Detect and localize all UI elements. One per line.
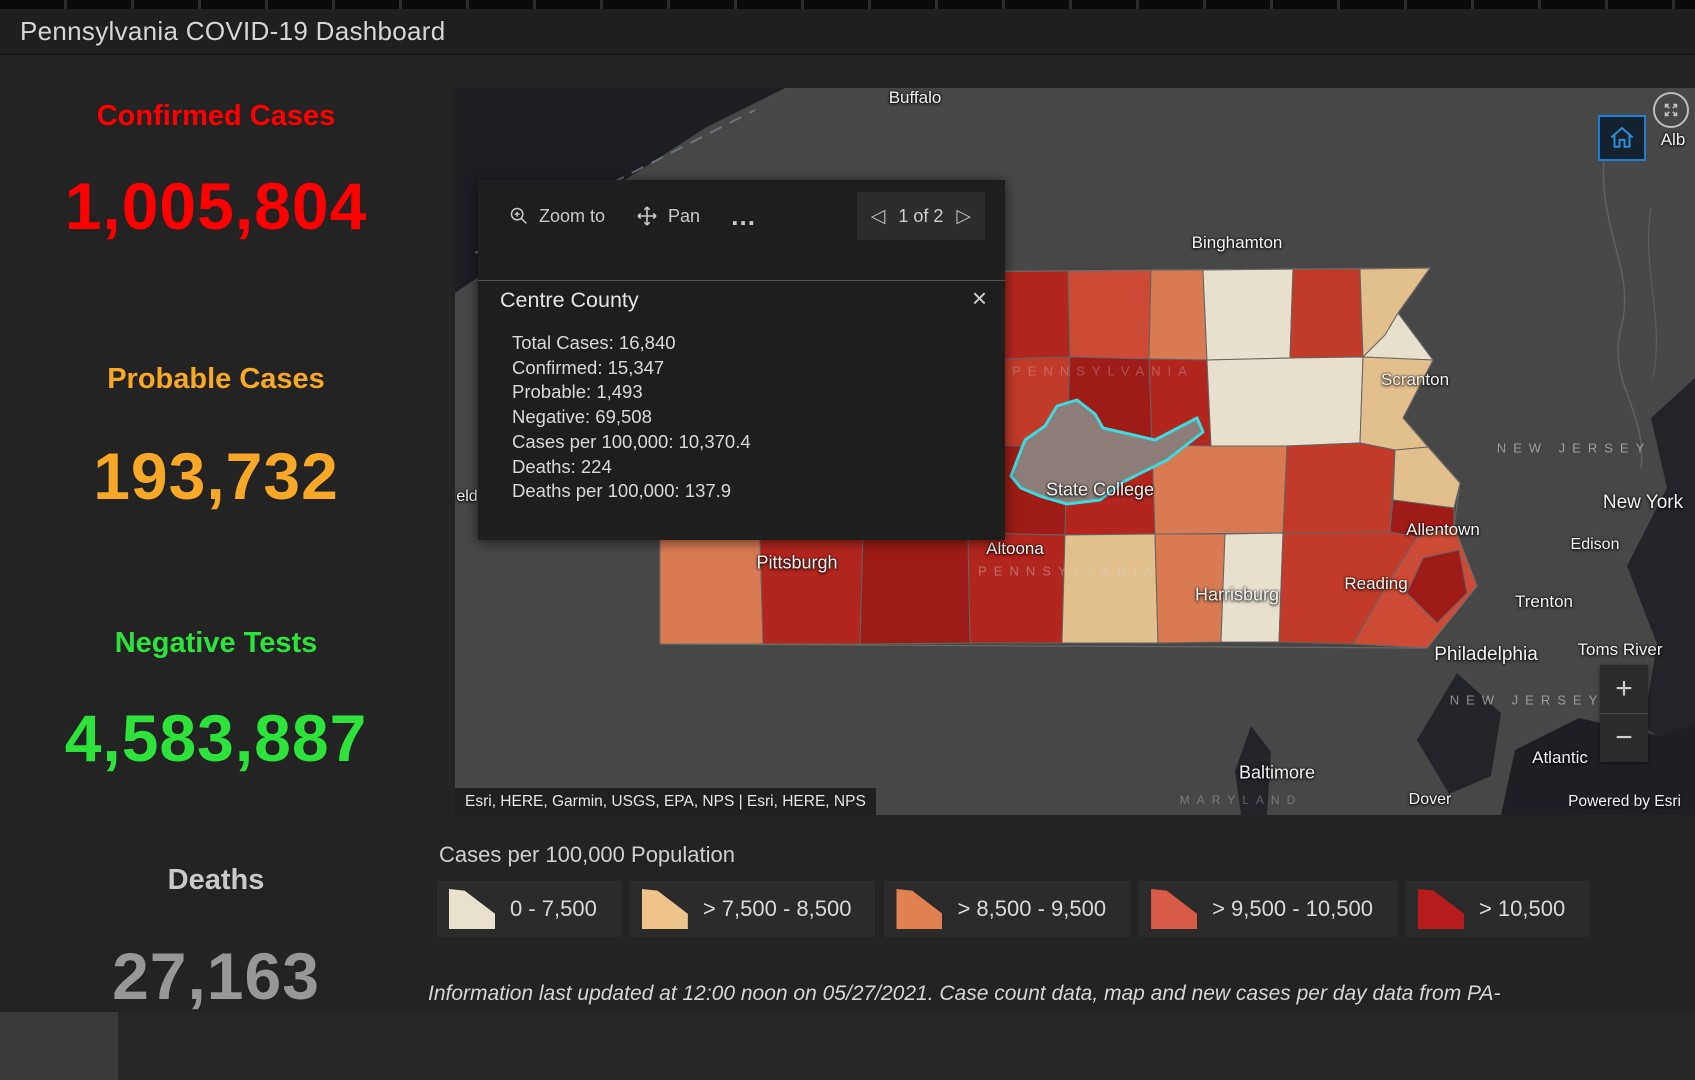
zoom-to-button[interactable]: Zoom to bbox=[508, 205, 605, 227]
legend-label: > 10,500 bbox=[1478, 896, 1566, 921]
probable-cases-label: Probable Cases bbox=[107, 363, 325, 395]
pan-button[interactable]: Pan bbox=[635, 204, 700, 228]
confirmed-cases-value: 1,005,804 bbox=[64, 169, 368, 243]
confirmed-cases-label: Confirmed Cases bbox=[96, 100, 336, 132]
magnifier-plus-icon bbox=[510, 207, 527, 224]
home-button[interactable] bbox=[1598, 115, 1646, 161]
legend-label: > 9,500 - 10,500 bbox=[1212, 896, 1373, 921]
previous-feature-button[interactable]: ◁ bbox=[871, 205, 886, 228]
legend-item: > 9,500 - 10,500 bbox=[1139, 881, 1397, 937]
legend-swatch bbox=[896, 889, 943, 929]
minus-icon: − bbox=[1615, 721, 1633, 754]
dashboard-header: Pennsylvania COVID-19 Dashboard bbox=[0, 9, 1695, 55]
pan-label: Pan bbox=[668, 205, 701, 226]
map-canvas[interactable]: Buffalo Alb Binghamton Scranton PENNSYLVANIA… bbox=[455, 88, 1695, 815]
popup-field: Negative: 69,508 bbox=[512, 406, 652, 428]
page-title: Pennsylvania COVID-19 Dashboard bbox=[20, 16, 446, 46]
negative-tests-value: 4,583,887 bbox=[64, 701, 368, 775]
popup-toolbar: Zoom to Pan … ◁ 1 of 2 ▷ bbox=[478, 180, 1005, 281]
legend-item: > 8,500 - 9,500 bbox=[884, 881, 1131, 937]
close-icon: × bbox=[971, 283, 987, 313]
expand-button[interactable] bbox=[1653, 92, 1689, 128]
zoom-to-label: Zoom to bbox=[539, 205, 606, 226]
legend-panel: Cases per 100,000 Population 0 - 7,500 > … bbox=[437, 842, 1689, 937]
legend-swatch bbox=[1151, 889, 1198, 929]
powered-by-esri[interactable]: Powered by Esri bbox=[1568, 793, 1681, 811]
probable-cases-value: 193,732 bbox=[93, 439, 339, 513]
more-options-button[interactable]: … bbox=[730, 203, 758, 229]
browser-chrome-strip bbox=[0, 0, 1695, 9]
legend-label: 0 - 7,500 bbox=[510, 896, 597, 921]
popup-title: Centre County bbox=[500, 288, 639, 312]
legend-title: Cases per 100,000 Population bbox=[439, 842, 735, 867]
popup-field: Deaths: 224 bbox=[512, 455, 612, 477]
popup-fields: Total Cases: 16,840 Confirmed: 15,347 Prob… bbox=[512, 331, 751, 504]
negative-tests-label: Negative Tests bbox=[114, 627, 318, 659]
pager-text: 1 of 2 bbox=[898, 205, 944, 226]
popup-field: Deaths per 100,000: 137.9 bbox=[512, 480, 732, 502]
expand-arrows-icon bbox=[1664, 103, 1678, 117]
bottom-left-block bbox=[0, 1012, 118, 1080]
zoom-control: + − bbox=[1600, 665, 1648, 762]
left-triangle-icon: ◁ bbox=[870, 205, 886, 227]
legend-swatch bbox=[641, 889, 688, 929]
attribution-text: Esri, HERE, Garmin, USGS, EPA, NPS | Esr… bbox=[465, 792, 866, 810]
popup-field: Cases per 100,000: 10,370.4 bbox=[512, 430, 751, 452]
plus-icon: + bbox=[1615, 672, 1633, 705]
ellipsis-icon: … bbox=[730, 201, 759, 231]
deaths-value: 27,163 bbox=[112, 939, 320, 1013]
bottom-strip bbox=[0, 1012, 1695, 1080]
legend-swatch bbox=[1417, 889, 1464, 929]
next-feature-button[interactable]: ▷ bbox=[956, 205, 971, 228]
legend-item: 0 - 7,500 bbox=[437, 881, 621, 937]
popup-pager: ◁ 1 of 2 ▷ bbox=[856, 192, 985, 240]
zoom-out-button[interactable]: − bbox=[1600, 714, 1648, 762]
legend-item: > 7,500 - 8,500 bbox=[629, 881, 876, 937]
popup-field: Probable: 1,493 bbox=[512, 381, 643, 403]
map-attribution: Esri, HERE, Garmin, USGS, EPA, NPS | Esr… bbox=[455, 788, 876, 815]
legend-row: 0 - 7,500 > 7,500 - 8,500 > 8,500 - 9,500 >… bbox=[437, 881, 1689, 937]
popup-field: Total Cases: 16,840 bbox=[512, 332, 676, 353]
legend-label: > 8,500 - 9,500 bbox=[957, 896, 1107, 921]
home-icon bbox=[1610, 127, 1634, 148]
legend-swatch bbox=[449, 889, 495, 929]
move-arrows-icon bbox=[637, 206, 657, 226]
legend-label: > 7,500 - 8,500 bbox=[702, 896, 852, 921]
legend-item: > 10,500 bbox=[1405, 881, 1590, 937]
zoom-in-button[interactable]: + bbox=[1600, 665, 1648, 714]
popup-field: Confirmed: 15,347 bbox=[512, 356, 665, 378]
feature-popup: Zoom to Pan … ◁ 1 of 2 ▷ Centre County ×… bbox=[478, 180, 1005, 540]
close-popup-button[interactable]: × bbox=[972, 285, 987, 311]
right-triangle-icon: ▷ bbox=[956, 205, 971, 227]
deaths-label: Deaths bbox=[167, 864, 265, 896]
